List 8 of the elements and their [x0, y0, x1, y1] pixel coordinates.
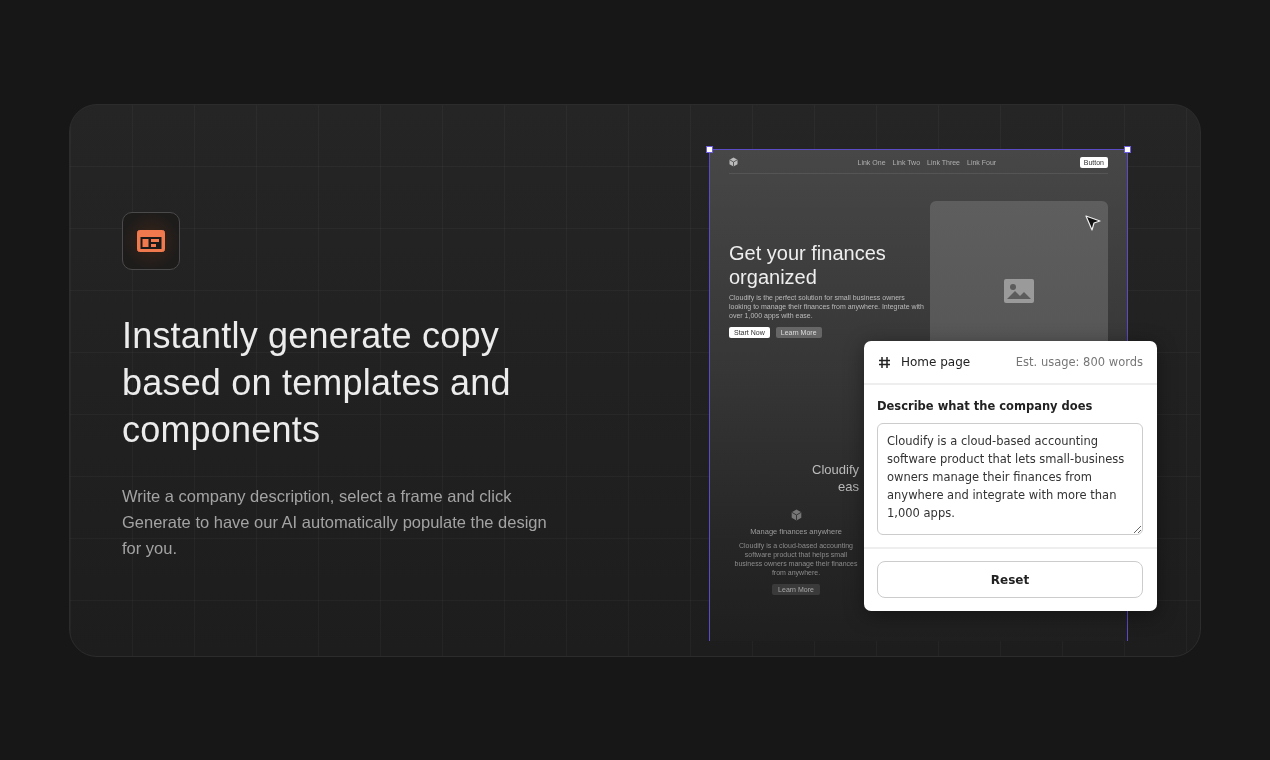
section-heading: Cloudify: [811, 461, 859, 478]
page-name: Home page: [901, 355, 971, 369]
feature-description: Write a company description, select a frame and click Generate to have our AI automatically populate the design for you.: [122, 486, 548, 559]
feature-title: Instantly generate copy based on templates and components: [122, 314, 512, 452]
hero-heading: Get your finances organized: [729, 241, 887, 289]
section-heading: eas: [837, 478, 859, 495]
usage-estimate: Est. usage: 800 words: [1015, 355, 1143, 369]
field-label: Describe what the company does: [877, 399, 1094, 413]
